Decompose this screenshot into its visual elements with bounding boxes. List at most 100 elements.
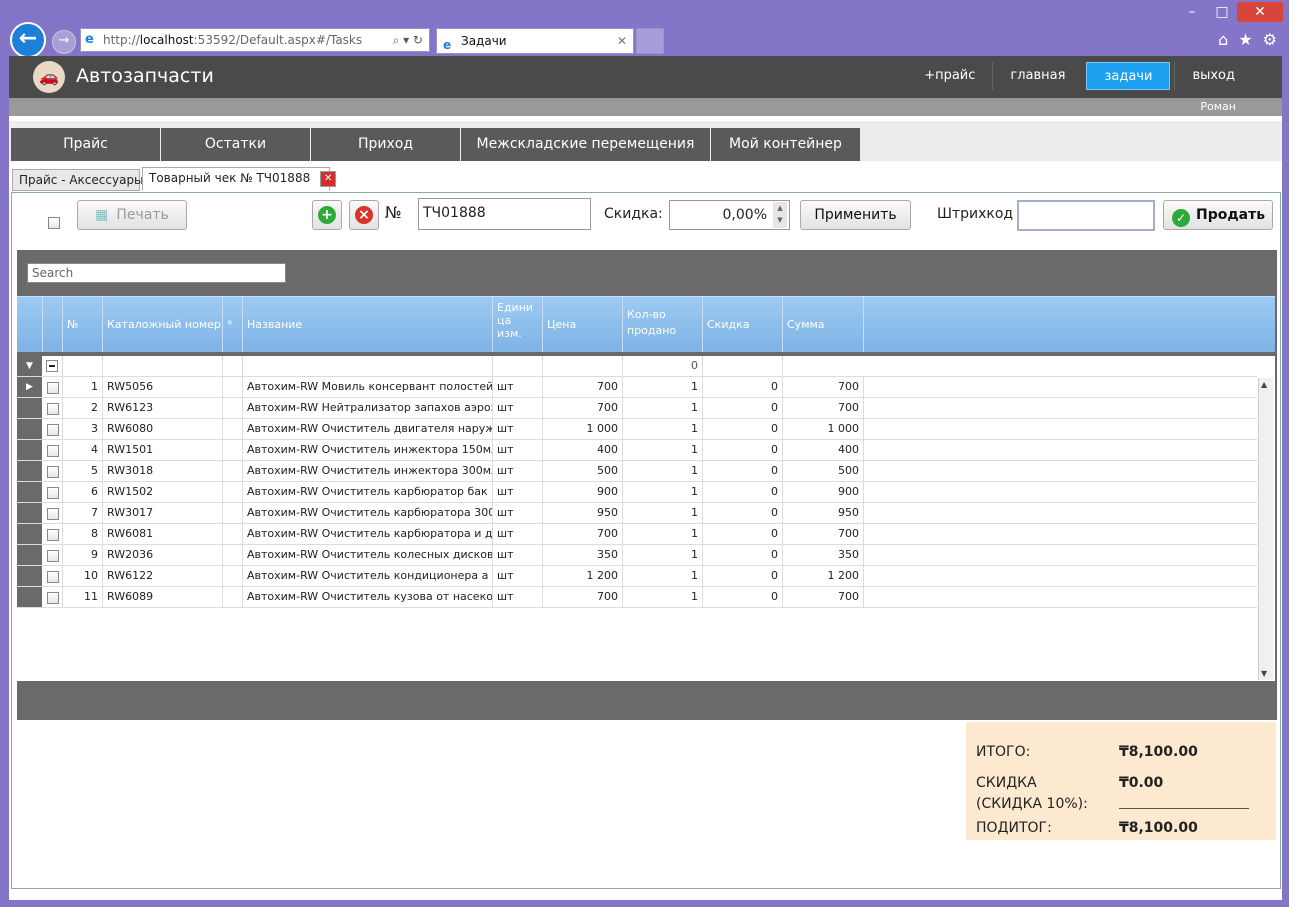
address-bar[interactable]: e http://localhost:53592/Default.aspx#/T… — [80, 28, 430, 52]
cell-qty[interactable]: 1 — [623, 440, 703, 460]
table-row[interactable]: 2 RW6123 Автохим-RW Нейтрализатор запахов … — [17, 398, 1257, 419]
cell-unit[interactable]: шт — [493, 503, 543, 523]
cell-star[interactable] — [223, 545, 243, 565]
row-checkbox-cell[interactable] — [43, 566, 63, 586]
cell-catalog-number[interactable]: RW6122 — [103, 566, 223, 586]
cell-unit[interactable]: шт — [493, 566, 543, 586]
cell-discount[interactable]: 0 — [703, 377, 783, 397]
minimize-icon[interactable]: – — [1177, 2, 1207, 22]
maximize-icon[interactable]: □ — [1207, 2, 1237, 22]
row-checkbox[interactable] — [47, 487, 59, 499]
sell-button[interactable]: ✓ Продать — [1163, 200, 1273, 230]
row-checkbox-cell[interactable] — [43, 482, 63, 502]
module-tab-income[interactable]: Приход — [311, 128, 461, 161]
cell-star[interactable] — [223, 566, 243, 586]
row-selector[interactable] — [17, 419, 42, 439]
cell-unit[interactable]: шт — [493, 440, 543, 460]
table-row[interactable]: 6 RW1502 Автохим-RW Очиститель карбюратор … — [17, 482, 1257, 503]
cell-number[interactable]: 2 — [63, 398, 103, 418]
cell-star[interactable] — [223, 398, 243, 418]
nav-logout[interactable]: выход — [1174, 62, 1252, 90]
cell-discount[interactable]: 0 — [703, 587, 783, 607]
cell-discount[interactable]: 0 — [703, 524, 783, 544]
cell-catalog-number[interactable]: RW6081 — [103, 524, 223, 544]
grid-search-input[interactable]: Search — [27, 263, 286, 283]
filter-cell[interactable] — [493, 356, 543, 376]
cell-name[interactable]: Автохим-RW Нейтрализатор запахов аэрозол… — [243, 398, 493, 418]
settings-gear-icon[interactable]: ⚙ — [1263, 30, 1277, 49]
table-row[interactable]: 8 RW6081 Автохим-RW Очиститель карбюратора… — [17, 524, 1257, 545]
cell-unit[interactable]: шт — [493, 419, 543, 439]
forward-button[interactable]: → — [52, 30, 76, 54]
cell-discount[interactable]: 0 — [703, 545, 783, 565]
cell-catalog-number[interactable]: RW3018 — [103, 461, 223, 481]
cell-star[interactable] — [223, 377, 243, 397]
cell-star[interactable] — [223, 461, 243, 481]
row-checkbox-cell[interactable] — [43, 419, 63, 439]
cell-catalog-number[interactable]: RW2036 — [103, 545, 223, 565]
row-selector[interactable] — [17, 440, 42, 460]
cell-sum[interactable]: 500 — [783, 461, 864, 481]
cell-unit[interactable]: шт — [493, 482, 543, 502]
cell-sum[interactable]: 1 200 — [783, 566, 864, 586]
cell-star[interactable] — [223, 419, 243, 439]
row-checkbox-cell[interactable] — [43, 545, 63, 565]
row-selector[interactable] — [17, 587, 42, 607]
cell-number[interactable]: 4 — [63, 440, 103, 460]
cell-qty[interactable]: 1 — [623, 398, 703, 418]
row-checkbox-cell[interactable] — [43, 377, 63, 397]
table-row[interactable]: 11 RW6089 Автохим-RW Очиститель кузова от … — [17, 587, 1257, 608]
cell-name[interactable]: Автохим-RW Очиститель инжектора 150мл — [243, 440, 493, 460]
cell-catalog-number[interactable]: RW6080 — [103, 419, 223, 439]
module-tab-transfers[interactable]: Межскладские перемещения — [461, 128, 711, 161]
row-checkbox-cell[interactable] — [43, 503, 63, 523]
row-selector[interactable] — [17, 398, 42, 418]
cell-unit[interactable]: шт — [493, 524, 543, 544]
add-row-button[interactable]: + — [312, 200, 342, 230]
header-catalog-number[interactable]: Каталожный номер — [103, 297, 223, 352]
row-selector[interactable] — [17, 524, 42, 544]
doc-tab-close-icon[interactable]: ✕ — [320, 170, 337, 187]
cell-qty[interactable]: 1 — [623, 461, 703, 481]
row-checkbox-cell[interactable] — [43, 461, 63, 481]
header-qty[interactable]: Кол-во продано — [623, 297, 703, 352]
current-row-arrow-icon[interactable]: ▶ — [17, 377, 42, 397]
cell-number[interactable]: 1 — [63, 377, 103, 397]
row-checkbox[interactable] — [47, 529, 59, 541]
cell-star[interactable] — [223, 440, 243, 460]
doc-tab-price-accessories[interactable]: Прайс - Аксессуары — [12, 169, 144, 191]
row-checkbox[interactable] — [47, 424, 59, 436]
cell-name[interactable]: Автохим-RW Очиститель карбюратор бак — [243, 482, 493, 502]
cell-catalog-number[interactable]: RW1501 — [103, 440, 223, 460]
filter-cell[interactable] — [103, 356, 223, 376]
cell-unit[interactable]: шт — [493, 377, 543, 397]
cell-price[interactable]: 1 200 — [543, 566, 623, 586]
table-row[interactable]: 4 RW1501 Автохим-RW Очиститель инжектора 1… — [17, 440, 1257, 461]
cell-name[interactable]: Автохим-RW Очиститель инжектора 300мл — [243, 461, 493, 481]
cell-name[interactable]: Автохим-RW Очиститель колесных дисков — [243, 545, 493, 565]
cell-sum[interactable]: 1 000 — [783, 419, 864, 439]
row-selector[interactable] — [17, 545, 42, 565]
cell-discount[interactable]: 0 — [703, 566, 783, 586]
cell-name[interactable]: Автохим-RW Очиститель карбюратора 300 — [243, 503, 493, 523]
cell-discount[interactable]: 0 — [703, 440, 783, 460]
filter-tristate-checkbox[interactable] — [46, 360, 58, 372]
delete-row-button[interactable]: × — [349, 200, 379, 230]
filter-cell[interactable] — [703, 356, 783, 376]
close-window-icon[interactable]: ✕ — [1237, 2, 1283, 22]
cell-star[interactable] — [223, 587, 243, 607]
row-checkbox[interactable] — [47, 550, 59, 562]
cell-catalog-number[interactable]: RW3017 — [103, 503, 223, 523]
header-name[interactable]: Название — [243, 297, 493, 352]
table-row[interactable]: 10 RW6122 Автохим-RW Очиститель кондиционе… — [17, 566, 1257, 587]
cell-qty[interactable]: 1 — [623, 503, 703, 523]
filter-qty[interactable]: 0 — [623, 356, 703, 376]
doc-tab-receipt[interactable]: Товарный чек № ТЧ01888 ✕ — [142, 167, 337, 191]
cell-sum[interactable]: 950 — [783, 503, 864, 523]
cell-number[interactable]: 3 — [63, 419, 103, 439]
cell-name[interactable]: Автохим-RW Мовиль консервант полостей — [243, 377, 493, 397]
filter-cell[interactable] — [243, 356, 493, 376]
cell-name[interactable]: Автохим-RW Очиститель кузова от насекомы… — [243, 587, 493, 607]
row-checkbox[interactable] — [47, 592, 59, 604]
module-tab-container[interactable]: Мой контейнер — [711, 128, 861, 161]
